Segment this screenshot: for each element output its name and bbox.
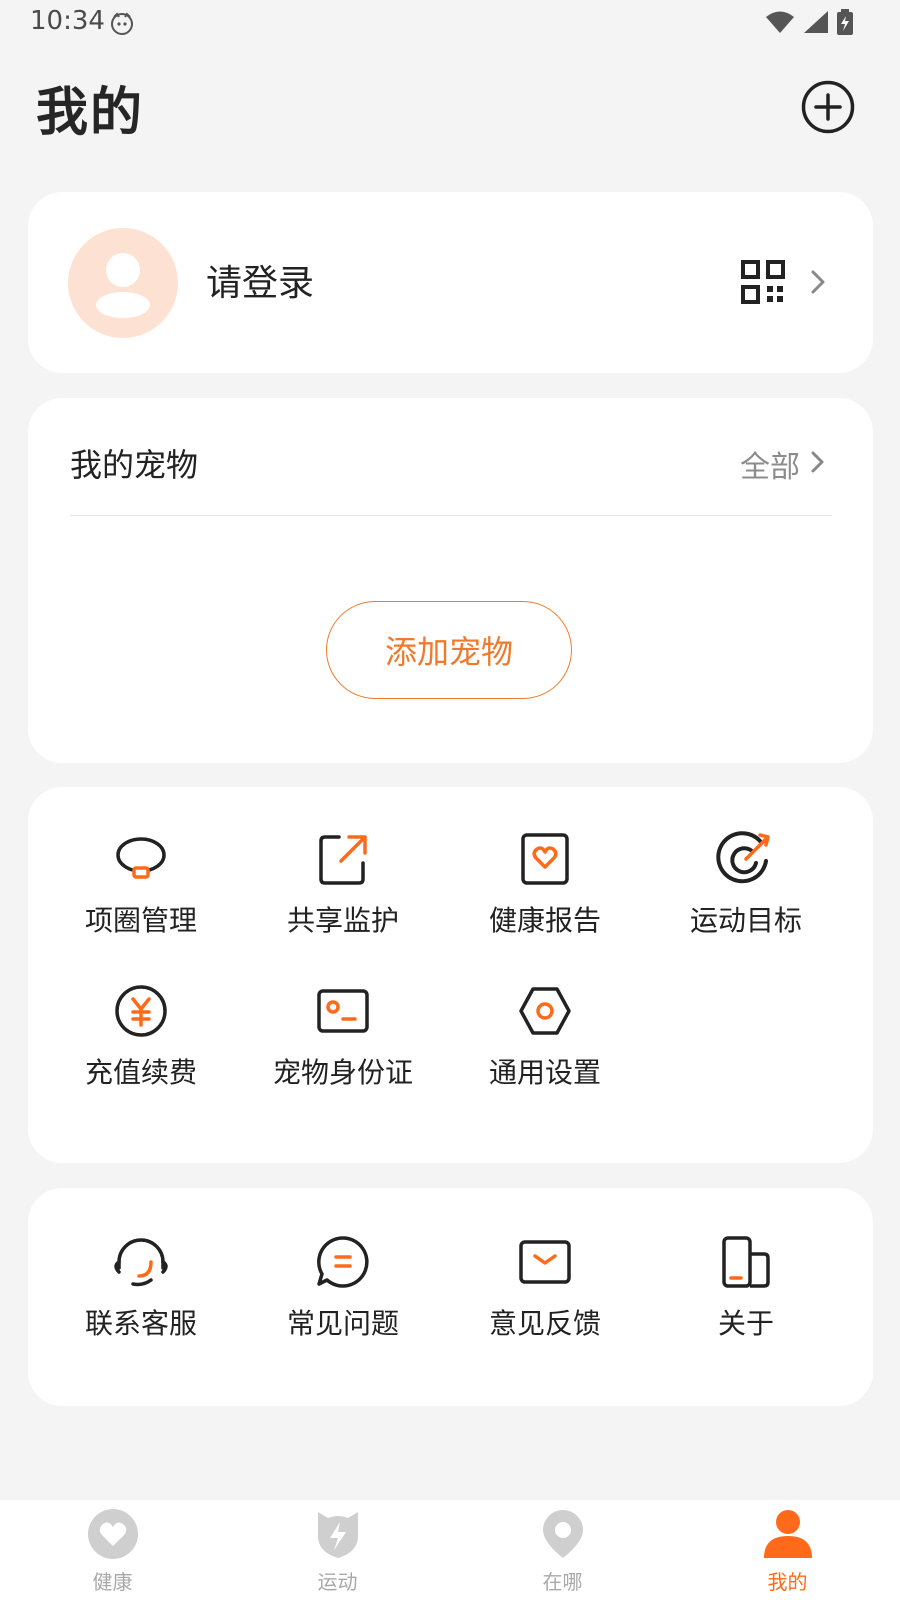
support-card: 联系客服 常见问题 意见反馈 关于	[28, 1188, 873, 1406]
grid-item-customer-service[interactable]: 联系客服	[38, 1232, 244, 1342]
settings-icon	[519, 987, 571, 1035]
grid-item-pet-id[interactable]: 宠物身份证	[240, 981, 446, 1091]
headset-icon	[114, 1238, 168, 1287]
tab-label: 健康	[92, 1570, 133, 1594]
cell-signal-icon	[804, 11, 828, 33]
qr-code-icon[interactable]	[741, 260, 785, 304]
grid-item-label: 运动目标	[689, 904, 802, 937]
page-title: 我的	[36, 83, 145, 143]
faq-chat-icon	[317, 1236, 369, 1288]
grid-item-label: 健康报告	[488, 904, 601, 937]
health-report-icon	[521, 833, 569, 885]
tab-label: 运动	[317, 1570, 358, 1594]
yuan-icon	[115, 985, 167, 1037]
id-card-icon	[317, 989, 369, 1033]
feedback-mail-icon	[519, 1240, 571, 1284]
about-icon	[722, 1236, 770, 1288]
tab-exercise[interactable]: 运动	[225, 1508, 450, 1595]
battery-charging-icon	[837, 9, 853, 35]
grid-item-about[interactable]: 关于	[643, 1232, 849, 1342]
heart-icon	[87, 1509, 138, 1559]
person-icon	[763, 1510, 812, 1558]
tab-health[interactable]: 健康	[0, 1508, 225, 1595]
grid-item-recharge[interactable]: 充值续费	[38, 981, 244, 1091]
add-pet-button[interactable]: 添加宠物	[326, 601, 572, 699]
profile-card[interactable]: 请登录	[28, 192, 873, 373]
share-icon	[319, 835, 367, 885]
grid-item-label: 充值续费	[84, 1056, 197, 1089]
grid-item-shared-monitoring[interactable]: 共享监护	[240, 829, 446, 939]
grid-item-collar-management[interactable]: 项圈管理	[38, 829, 244, 939]
my-pets-card: 我的宠物 全部 添加宠物	[28, 398, 873, 763]
grid-item-exercise-goal[interactable]: 运动目标	[643, 829, 849, 939]
wifi-icon	[766, 11, 794, 33]
features-card: 项圈管理 共享监护 健康报告 运动目标 充值续费 宠物身份证 通用设置	[28, 787, 873, 1163]
grid-item-label: 项圈管理	[84, 904, 197, 937]
section-title: 我的宠物	[70, 446, 199, 484]
grid-item-label: 关于	[717, 1307, 774, 1340]
grid-item-label: 联系客服	[84, 1307, 197, 1340]
collar-icon	[116, 837, 166, 879]
sport-shield-icon	[317, 1512, 358, 1558]
grid-item-label: 宠物身份证	[272, 1056, 413, 1089]
target-icon	[716, 831, 770, 884]
status-time: 10:34	[30, 6, 105, 36]
add-pet-label: 添加宠物	[384, 633, 513, 671]
grid-item-health-report[interactable]: 健康报告	[442, 829, 648, 939]
view-all-link[interactable]: 全部	[740, 442, 800, 486]
status-bar: 10:34	[0, 0, 900, 48]
avatar[interactable]	[68, 228, 178, 338]
location-pin-icon	[542, 1510, 583, 1558]
login-prompt[interactable]: 请登录	[206, 254, 314, 306]
tab-mine[interactable]: 我的	[675, 1508, 900, 1595]
chevron-right-icon[interactable]	[809, 448, 827, 476]
tab-label: 在哪	[542, 1570, 583, 1594]
cat-notification-icon	[111, 12, 133, 35]
bottom-tab-bar: 健康 运动 在哪 我的	[0, 1500, 900, 1600]
divider	[70, 515, 832, 516]
grid-item-label: 通用设置	[488, 1056, 601, 1089]
grid-item-label: 共享监护	[286, 904, 399, 937]
grid-item-feedback[interactable]: 意见反馈	[442, 1232, 648, 1342]
grid-item-label: 意见反馈	[488, 1307, 601, 1340]
chevron-right-icon[interactable]	[808, 267, 828, 297]
status-indicators	[764, 8, 854, 36]
grid-item-general-settings[interactable]: 通用设置	[442, 981, 648, 1091]
default-avatar-icon	[96, 253, 150, 318]
grid-item-faq[interactable]: 常见问题	[240, 1232, 446, 1342]
add-button[interactable]	[801, 80, 855, 134]
tab-location[interactable]: 在哪	[450, 1508, 675, 1595]
tab-label: 我的	[767, 1570, 808, 1594]
grid-item-label: 常见问题	[286, 1307, 399, 1340]
